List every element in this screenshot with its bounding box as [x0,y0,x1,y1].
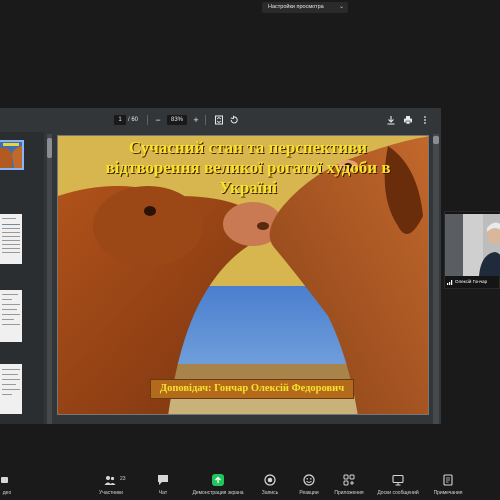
presentation-slide: Сучасний стан та перспективи відтворення… [57,135,429,415]
page-number-input[interactable]: 1 [114,115,126,125]
notes-button[interactable]: Примечания [430,474,466,500]
toolbar-divider [147,115,148,125]
video-label: део [2,490,12,496]
meeting-controls-bar: део 23 Участники Чат Демонстрация экрана [0,472,500,500]
scrollbar-thumb[interactable] [433,136,439,144]
record-icon [264,474,276,486]
chevron-down-icon: ⌄ [338,4,344,10]
chat-button[interactable]: Чат [150,474,176,500]
thumbnail-sidebar [0,132,44,424]
print-icon[interactable] [403,115,413,125]
participants-label: Участники [99,490,123,496]
participants-count: 23 [120,476,126,482]
zoom-meeting-window: Настройки просмотра ⌄ 1 / 60 − 83% + Суч… [0,0,500,500]
video-icon [1,477,8,483]
toolbar-divider [205,115,206,125]
page-total: / 60 [128,117,139,123]
document-scrollbar[interactable] [433,134,439,424]
view-settings-label: Настройки просмотра [268,4,324,10]
notes-icon [443,474,453,486]
rotate-icon[interactable] [229,115,239,125]
apps-button[interactable]: Приложения [330,474,368,500]
share-screen-label: Демонстрация экрана [192,490,244,496]
whiteboards-button[interactable]: Доски сообщений [374,474,422,500]
zoom-in-button[interactable]: + [190,114,202,126]
slide-title: Сучасний стан та перспективи відтворення… [105,138,391,197]
record-button[interactable]: Запись [256,474,284,500]
top-bar: Настройки просмотра ⌄ [0,0,500,14]
reactions-button[interactable]: Реакции [294,474,324,500]
video-button[interactable]: део [0,474,14,500]
scrollbar-thumb[interactable] [47,138,52,158]
participant-video [445,214,500,276]
view-settings-button[interactable]: Настройки просмотра ⌄ [262,2,348,13]
minus-icon: − [155,115,161,125]
sidebar-scrollbar[interactable] [47,134,52,424]
participants-icon [104,476,116,485]
more-icon[interactable] [420,115,430,125]
page-thumbnail[interactable] [0,364,22,414]
thumbnail-image [0,142,22,168]
download-icon[interactable] [386,115,396,125]
record-label: Запись [261,490,279,496]
zoom-out-button[interactable]: − [152,114,164,126]
share-screen-button[interactable]: Демонстрация экрана [186,474,250,500]
page-thumbnail[interactable] [0,140,24,170]
participant-avatar [445,214,500,276]
participant-name: Олексій Гончар [455,279,488,284]
share-screen-icon [212,474,224,486]
pdf-toolbar: 1 / 60 − 83% + [0,108,441,132]
page-thumbnail[interactable] [0,214,22,264]
apps-icon [343,474,355,486]
whiteboards-label: Доски сообщений [377,490,419,496]
presenter-caption: Доповідач: Гончар Олексій Федорович [150,379,354,399]
chat-label: Чат [158,490,168,496]
participant-video-tile[interactable]: Олексій Гончар [444,211,500,289]
zoom-level-input[interactable]: 83% [167,115,187,125]
reactions-icon [303,474,315,486]
chat-icon [158,475,168,485]
reactions-label: Реакции [299,490,319,496]
plus-icon: + [193,115,199,125]
page-thumbnail[interactable] [0,290,22,342]
notes-label: Примечания [433,490,463,496]
apps-label: Приложения [334,490,364,496]
whiteboards-icon [392,474,404,486]
fit-page-icon[interactable] [214,115,224,125]
participants-button[interactable]: 23 Участники [94,474,128,500]
signal-strength-icon [447,280,453,285]
